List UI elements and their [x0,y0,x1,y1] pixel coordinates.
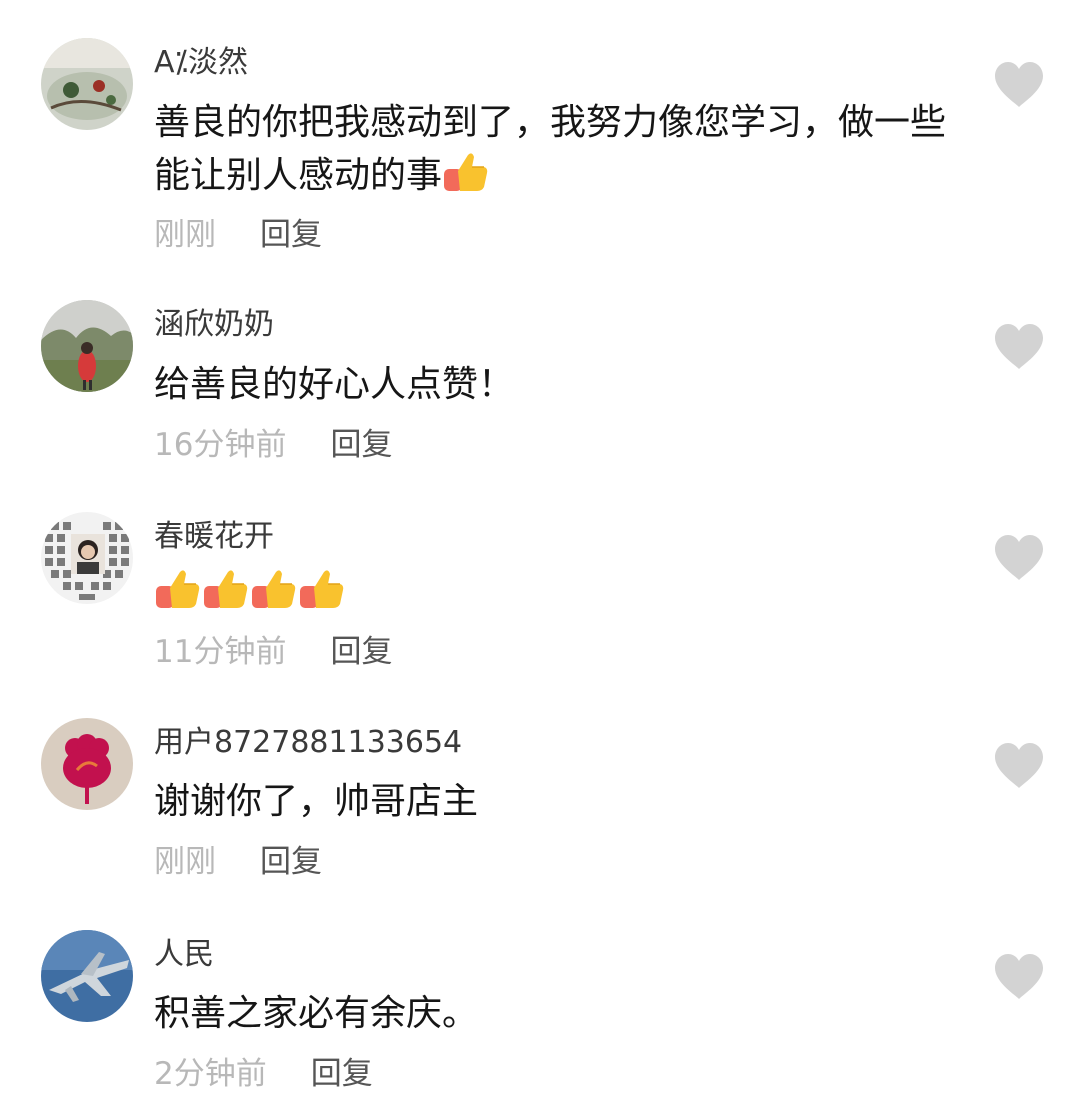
reply-button[interactable]: 回复 [260,215,322,255]
thumbs-up-icon [250,566,298,612]
comment-time: 刚刚 [154,217,216,253]
avatar[interactable] [41,300,133,392]
comment-meta: 刚刚 回复 [154,215,322,255]
thumbs-up-icon [202,566,250,612]
avatar[interactable] [41,718,133,810]
heart-icon [995,535,1043,580]
username[interactable]: 用户8727881133654 [154,724,462,762]
comment-time: 11分钟前 [154,634,287,670]
like-button[interactable] [992,322,1046,372]
avatar[interactable] [41,512,133,604]
comment-time: 刚刚 [154,844,216,880]
reply-button[interactable]: 回复 [330,425,392,465]
like-button[interactable] [992,952,1046,1002]
comment-meta: 刚刚 回复 [154,842,322,882]
heart-icon [995,954,1043,999]
comment-text [154,566,954,619]
comment-meta: 2分钟前 回复 [154,1054,373,1094]
comment-text-body: 善良的你把我感动到了，我努力像您学习，做一些能让别人感动的事 [154,102,947,196]
comment-text: 善良的你把我感动到了，我努力像您学习，做一些能让别人感动的事 [154,97,954,202]
comment-meta: 11分钟前 回复 [154,632,392,672]
like-button[interactable] [992,741,1046,791]
comment-text: 谢谢你了，帅哥店主 [154,781,479,822]
avatar[interactable] [41,930,133,1022]
reply-button[interactable]: 回复 [330,632,392,672]
comment-meta: 16分钟前 回复 [154,425,392,465]
like-button[interactable] [992,533,1046,583]
comment-time: 16分钟前 [154,427,287,463]
heart-icon [995,743,1043,788]
reply-button[interactable]: 回复 [311,1054,373,1094]
thumbs-up-icon [298,566,346,612]
avatar[interactable] [41,38,133,130]
reply-button[interactable]: 回复 [260,842,322,882]
comment-text: 积善之家必有余庆。 [154,993,479,1034]
username[interactable]: 涵欣奶奶 [154,306,274,344]
heart-icon [995,324,1043,369]
like-button[interactable] [992,60,1046,110]
username[interactable]: A⁒淡然 [154,44,248,82]
comment-time: 2分钟前 [154,1056,267,1092]
heart-icon [995,62,1043,107]
comment-text: 给善良的好心人点赞！ [154,364,515,405]
username[interactable]: 人民 [154,936,214,974]
thumbs-up-icon [154,566,202,612]
thumbs-up-icon [442,149,490,195]
username[interactable]: 春暖花开 [154,518,274,556]
